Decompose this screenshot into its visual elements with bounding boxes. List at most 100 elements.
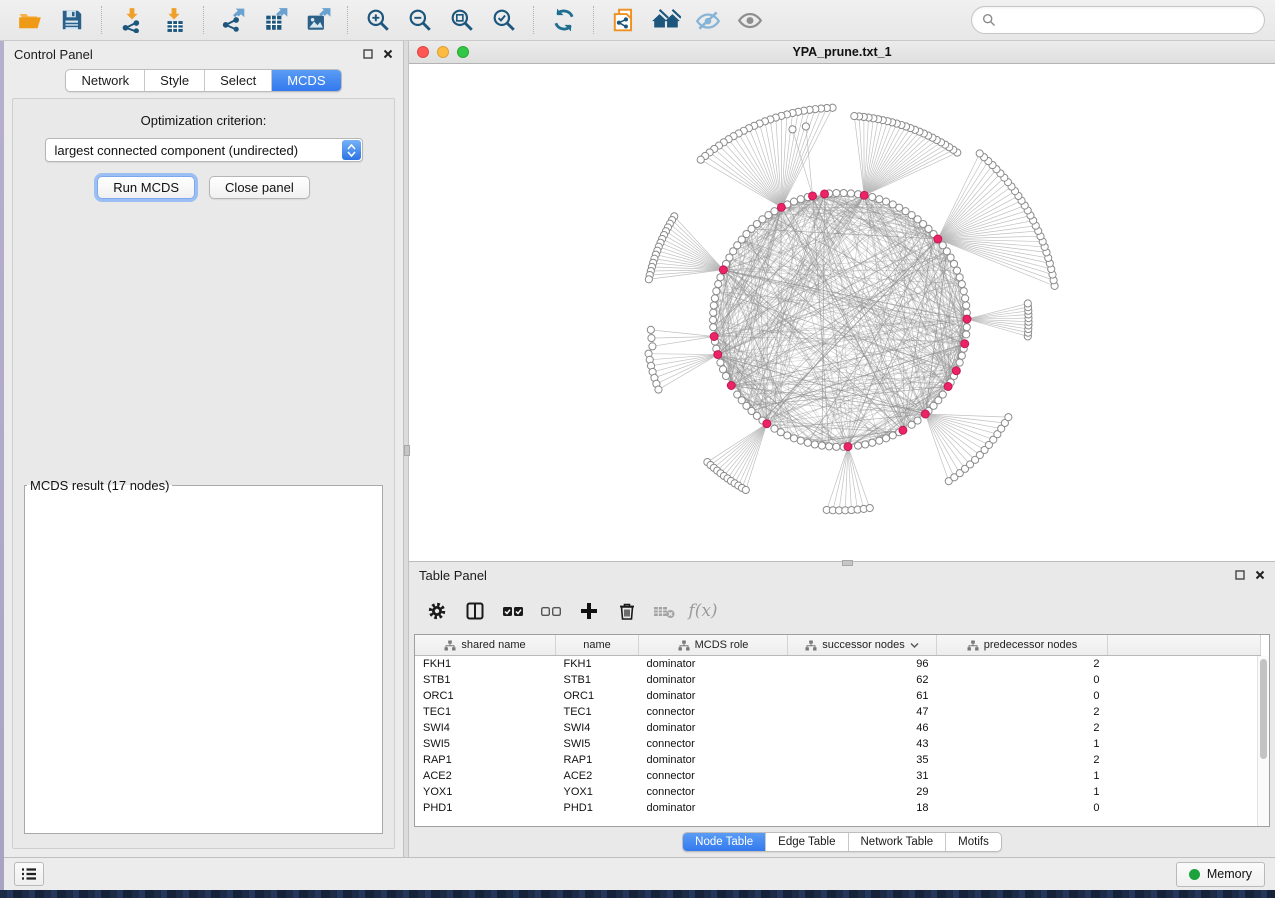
table-row[interactable]: RAP1RAP1dominator352 xyxy=(415,752,1261,768)
refresh-view-icon[interactable] xyxy=(544,4,584,36)
cell-name[interactable]: TEC1 xyxy=(556,704,639,720)
cell-name[interactable]: FKH1 xyxy=(556,656,639,673)
splitter-handle[interactable] xyxy=(404,445,410,456)
hide-details-icon[interactable] xyxy=(688,4,728,36)
cell-predecessor-nodes[interactable]: 2 xyxy=(937,656,1108,673)
cell-MCDS-role[interactable]: dominator xyxy=(639,656,788,673)
table-splitter-handle[interactable] xyxy=(842,560,853,566)
cell-successor-nodes[interactable]: 18 xyxy=(788,800,937,816)
window-minimize-icon[interactable] xyxy=(437,46,449,58)
close-panel-icon[interactable] xyxy=(1255,570,1265,580)
cell-shared-name[interactable]: SWI4 xyxy=(415,720,556,736)
float-panel-icon[interactable] xyxy=(1235,570,1245,580)
tab-network[interactable]: Network xyxy=(66,70,144,91)
add-column-icon[interactable] xyxy=(573,595,605,627)
cell-name[interactable]: ORC1 xyxy=(556,688,639,704)
column-header-predecessor-nodes[interactable]: predecessor nodes xyxy=(937,635,1108,656)
cell-shared-name[interactable]: ACE2 xyxy=(415,768,556,784)
cell-successor-nodes[interactable]: 29 xyxy=(788,784,937,800)
cell-shared-name[interactable]: SWI5 xyxy=(415,736,556,752)
cell-successor-nodes[interactable]: 47 xyxy=(788,704,937,720)
import-table-icon[interactable] xyxy=(154,4,194,36)
column-layout-icon[interactable] xyxy=(459,595,491,627)
cell-name[interactable]: SWI4 xyxy=(556,720,639,736)
cell-predecessor-nodes[interactable]: 2 xyxy=(937,720,1108,736)
table-row[interactable]: STB1STB1dominator620 xyxy=(415,672,1261,688)
cell-predecessor-nodes[interactable]: 0 xyxy=(937,800,1108,816)
tab-edge-table[interactable]: Edge Table xyxy=(765,833,847,851)
cell-predecessor-nodes[interactable]: 2 xyxy=(937,704,1108,720)
table-scrollbar[interactable] xyxy=(1257,656,1269,826)
zoom-fit-icon[interactable] xyxy=(442,4,482,36)
cell-MCDS-role[interactable]: dominator xyxy=(639,688,788,704)
cell-predecessor-nodes[interactable]: 1 xyxy=(937,784,1108,800)
cell-successor-nodes[interactable]: 31 xyxy=(788,768,937,784)
search-input[interactable] xyxy=(1002,12,1254,28)
cell-shared-name[interactable]: TEC1 xyxy=(415,704,556,720)
table-row[interactable]: FKH1FKH1dominator962 xyxy=(415,656,1261,673)
close-panel-button[interactable]: Close panel xyxy=(209,176,310,199)
cell-MCDS-role[interactable]: connector xyxy=(639,736,788,752)
table-row[interactable]: SWI5SWI5connector431 xyxy=(415,736,1261,752)
table-row[interactable]: PHD1PHD1dominator180 xyxy=(415,800,1261,816)
cell-predecessor-nodes[interactable]: 0 xyxy=(937,672,1108,688)
cell-MCDS-role[interactable]: connector xyxy=(639,768,788,784)
table-row[interactable]: ACE2ACE2connector311 xyxy=(415,768,1261,784)
tab-node-table[interactable]: Node Table xyxy=(683,833,765,851)
window-maximize-icon[interactable] xyxy=(457,46,469,58)
cell-MCDS-role[interactable]: dominator xyxy=(639,672,788,688)
cell-predecessor-nodes[interactable]: 0 xyxy=(937,688,1108,704)
network-graph[interactable] xyxy=(409,64,1275,561)
panel-list-button[interactable] xyxy=(14,862,44,886)
float-panel-icon[interactable] xyxy=(363,49,373,59)
memory-button[interactable]: Memory xyxy=(1176,862,1265,887)
cell-predecessor-nodes[interactable]: 1 xyxy=(937,768,1108,784)
cell-name[interactable]: STB1 xyxy=(556,672,639,688)
cell-predecessor-nodes[interactable]: 2 xyxy=(937,752,1108,768)
export-table-icon[interactable] xyxy=(256,4,296,36)
delete-column-icon[interactable] xyxy=(611,595,643,627)
cell-successor-nodes[interactable]: 96 xyxy=(788,656,937,673)
home-view-icon[interactable] xyxy=(646,4,686,36)
cell-name[interactable]: YOX1 xyxy=(556,784,639,800)
cell-successor-nodes[interactable]: 35 xyxy=(788,752,937,768)
duplicate-network-icon[interactable] xyxy=(604,4,644,36)
select-all-columns-icon[interactable] xyxy=(497,595,529,627)
save-session-icon[interactable] xyxy=(52,4,92,36)
export-image-icon[interactable] xyxy=(298,4,338,36)
cell-shared-name[interactable]: STB1 xyxy=(415,672,556,688)
table-settings-gear-icon[interactable] xyxy=(421,595,453,627)
cell-MCDS-role[interactable]: dominator xyxy=(639,752,788,768)
deselect-all-columns-icon[interactable] xyxy=(535,595,567,627)
tab-select[interactable]: Select xyxy=(204,70,271,91)
cell-shared-name[interactable]: FKH1 xyxy=(415,656,556,673)
network-canvas[interactable] xyxy=(409,64,1275,561)
table-row[interactable]: ORC1ORC1dominator610 xyxy=(415,688,1261,704)
window-close-icon[interactable] xyxy=(417,46,429,58)
column-header-successor-nodes[interactable]: successor nodes xyxy=(788,635,937,656)
table-row[interactable]: TEC1TEC1connector472 xyxy=(415,704,1261,720)
cell-shared-name[interactable]: PHD1 xyxy=(415,800,556,816)
column-header-shared-name[interactable]: shared name xyxy=(415,635,556,656)
table-scrollbar-thumb[interactable] xyxy=(1260,659,1267,759)
show-details-icon[interactable] xyxy=(730,4,770,36)
tab-mcds[interactable]: MCDS xyxy=(271,70,340,91)
cell-shared-name[interactable]: YOX1 xyxy=(415,784,556,800)
export-network-icon[interactable] xyxy=(214,4,254,36)
cell-predecessor-nodes[interactable]: 1 xyxy=(937,736,1108,752)
open-file-icon[interactable] xyxy=(10,4,50,36)
cell-shared-name[interactable]: RAP1 xyxy=(415,752,556,768)
search-box[interactable] xyxy=(971,6,1265,34)
zoom-out-icon[interactable] xyxy=(400,4,440,36)
cell-successor-nodes[interactable]: 61 xyxy=(788,688,937,704)
zoom-selected-icon[interactable] xyxy=(484,4,524,36)
import-network-icon[interactable] xyxy=(112,4,152,36)
close-panel-icon[interactable] xyxy=(383,49,393,59)
cell-MCDS-role[interactable]: connector xyxy=(639,784,788,800)
column-header-name[interactable]: name xyxy=(556,635,639,656)
cell-shared-name[interactable]: ORC1 xyxy=(415,688,556,704)
zoom-in-icon[interactable] xyxy=(358,4,398,36)
tab-network-table[interactable]: Network Table xyxy=(848,833,946,851)
column-header-MCDS-role[interactable]: MCDS role xyxy=(639,635,788,656)
table-row[interactable]: YOX1YOX1connector291 xyxy=(415,784,1261,800)
